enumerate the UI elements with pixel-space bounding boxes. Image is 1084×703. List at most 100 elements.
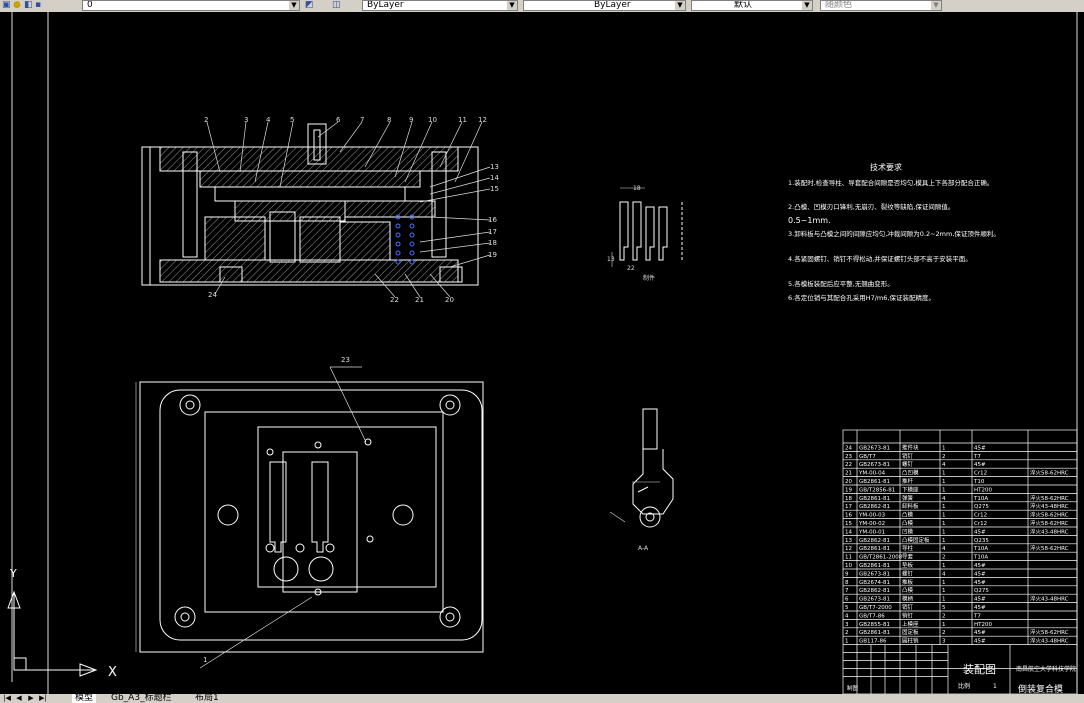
technical-requirements: 技术要求 1.装配时,检查导柱、导套配合间隙是否均匀,模具上下各部分配合正确。 … — [788, 162, 1000, 302]
bom-cell: 圆柱销 — [902, 637, 919, 645]
tab-gb-a3[interactable]: Gb_A3_标题栏 — [108, 694, 175, 703]
tab-layout1[interactable]: 布局1 — [192, 694, 222, 703]
bom-cell: GB2673-81 — [859, 597, 890, 603]
callout-9: 9 — [409, 116, 413, 124]
callout-24: 24 — [208, 291, 217, 299]
bom-cell: 45# — [974, 462, 986, 468]
bom-cell: 11 — [845, 555, 852, 561]
bom-cell: 推板 — [902, 578, 914, 586]
callout-11: 11 — [458, 116, 467, 124]
bom-cell: 45# — [974, 571, 986, 577]
bom-cell: 4 — [942, 546, 946, 552]
bom-cell: GB/T7-2000 — [859, 605, 892, 611]
bom-cell: 1 — [942, 521, 946, 527]
layer-dropdown[interactable]: 0 ▼ — [82, 0, 300, 11]
plan-view — [135, 366, 484, 669]
bom-cell: GB2861-81 — [859, 563, 890, 569]
plotstyle-dropdown: 随颜色 ▼ — [820, 0, 942, 11]
plotstyle-value: 随颜色 — [825, 0, 853, 10]
part-dim-bottom: 22 — [627, 265, 635, 272]
callout-15: 15 — [490, 185, 499, 193]
bom-cell: 销钉 — [902, 603, 914, 611]
next-tab-icon[interactable]: ▶ — [26, 694, 36, 703]
bom-cell: GB/T2861-2008 — [859, 555, 903, 561]
part-dim-top: 18 — [633, 185, 641, 192]
bom-cell: 1 — [942, 479, 946, 485]
prev-tab-icon[interactable]: ◀ — [14, 694, 24, 703]
bom-cell: 45# — [974, 605, 986, 611]
last-tab-icon[interactable]: ▶| — [38, 694, 48, 703]
title-block-scale-value: 1 — [993, 683, 997, 690]
bom-cell: 6 — [845, 597, 849, 603]
drawing-canvas[interactable]: 2 3 4 5 6 7 8 9 10 11 12 13 14 15 16 17 … — [0, 12, 1084, 694]
bom-cell: 1 — [942, 588, 946, 594]
ucs-x-label: X — [108, 665, 117, 680]
bom-cell: 推件块 — [902, 443, 919, 451]
bom-cell: T7 — [973, 454, 981, 460]
bom-cell: 凸模 — [902, 519, 914, 527]
bom-cell: T10 — [973, 479, 985, 485]
bom-cell: 3 — [942, 639, 946, 645]
lineweight-dropdown[interactable]: 默认 ▼ — [691, 0, 813, 11]
chevron-down-icon[interactable]: ▼ — [507, 1, 517, 10]
layer-color-icon[interactable]: ▪ — [35, 1, 45, 10]
layer-manager-icon[interactable]: ▣ — [2, 1, 12, 10]
color-dropdown[interactable]: ByLayer ▼ — [362, 0, 518, 11]
bom-cell: 45# — [974, 597, 986, 603]
tech-line-6: 6.各定位销与其配合孔采用H7/m6,保证装配精度。 — [788, 293, 935, 302]
bom-cell: 凸凹模 — [902, 469, 919, 477]
callout-23: 23 — [341, 356, 350, 364]
bom-cell: Cr12 — [974, 521, 987, 527]
bom-cell: 3 — [845, 622, 849, 628]
bom-cell: 凸模 — [902, 511, 914, 519]
bom-cell: 淬火58-62HRC — [1030, 469, 1069, 477]
bom-cell: 销钉 — [902, 611, 914, 619]
linetype-dropdown[interactable]: ByLayer ▼ — [523, 0, 686, 11]
callout-14: 14 — [490, 174, 499, 182]
cad-drawing: 2 3 4 5 6 7 8 9 10 11 12 13 14 15 16 17 … — [7, 12, 1078, 694]
title-block-designer: 制图 — [847, 684, 859, 692]
tab-model[interactable]: 模型 — [72, 694, 97, 703]
tech-line-2: 2.凸模、凹模刃口锋利,无崩刃、裂纹等缺陷,保证间隙值。 — [788, 202, 954, 211]
callout-18: 18 — [488, 239, 497, 247]
bom-cell: T7 — [973, 613, 981, 619]
bom-cell: 淬火58-62HRC — [1030, 519, 1069, 527]
title-block-company: 倒装复合模 — [1018, 683, 1063, 694]
title-block-title: 装配图 — [963, 663, 996, 676]
bom-cell: 1 — [942, 487, 946, 493]
layer-previous-icon[interactable]: ◫ — [332, 1, 342, 10]
bom-cell: GB2862-81 — [859, 504, 890, 510]
properties-toolbar: ▣ ● ◧ ▪ 0 ▼ ◩ ◫ ByLayer ▼ ByLayer ▼ 默认 ▼… — [0, 0, 1084, 12]
bom-cell: 1 — [942, 622, 946, 628]
callout-17: 17 — [488, 228, 497, 236]
layer-value: 0 — [87, 0, 93, 10]
callout-1: 1 — [203, 656, 207, 664]
tech-title: 技术要求 — [870, 162, 902, 172]
bom-cell: 45# — [974, 529, 986, 535]
tech-line-5: 5.各模板装配后应平整,无翘曲变形。 — [788, 279, 894, 288]
make-current-icon[interactable]: ◩ — [305, 1, 315, 10]
bom-cell: 2 — [942, 454, 946, 460]
bom-cell: 推杆 — [902, 477, 914, 485]
callout-4: 4 — [266, 116, 271, 124]
tech-line-3: 3.卸料板与凸模之间的间隙应均匀,冲裁间隙为0.2~2mm,保证顶件顺利。 — [788, 229, 1000, 238]
bom-cell: 卸料板 — [902, 502, 919, 510]
bom-cell: 2 — [942, 555, 946, 561]
chevron-down-icon[interactable]: ▼ — [802, 1, 812, 10]
tech-line-1: 1.装配时,检查导柱、导套配合间隙是否均匀,模具上下各部分配合正确。 — [788, 178, 993, 187]
bom-cell: 1 — [942, 563, 946, 569]
callout-16: 16 — [488, 216, 497, 224]
lightbulb-icon[interactable]: ● — [13, 1, 23, 10]
bom-cell: 淬火43-48HRC — [1030, 502, 1069, 510]
bom-cell: YM-00-04 — [858, 471, 886, 477]
first-tab-icon[interactable]: |◀ — [2, 694, 12, 703]
bom-cell: 23 — [845, 454, 852, 460]
bom-cell: 9 — [845, 571, 849, 577]
chevron-down-icon[interactable]: ▼ — [675, 1, 685, 10]
chevron-down-icon[interactable]: ▼ — [289, 1, 299, 10]
chevron-down-icon: ▼ — [931, 1, 941, 10]
bom-cell: GB2861-81 — [859, 630, 890, 636]
layer-state-icon[interactable]: ◧ — [24, 1, 34, 10]
bom-cell: 8 — [845, 580, 849, 586]
bom-cell: 2 — [845, 630, 849, 636]
